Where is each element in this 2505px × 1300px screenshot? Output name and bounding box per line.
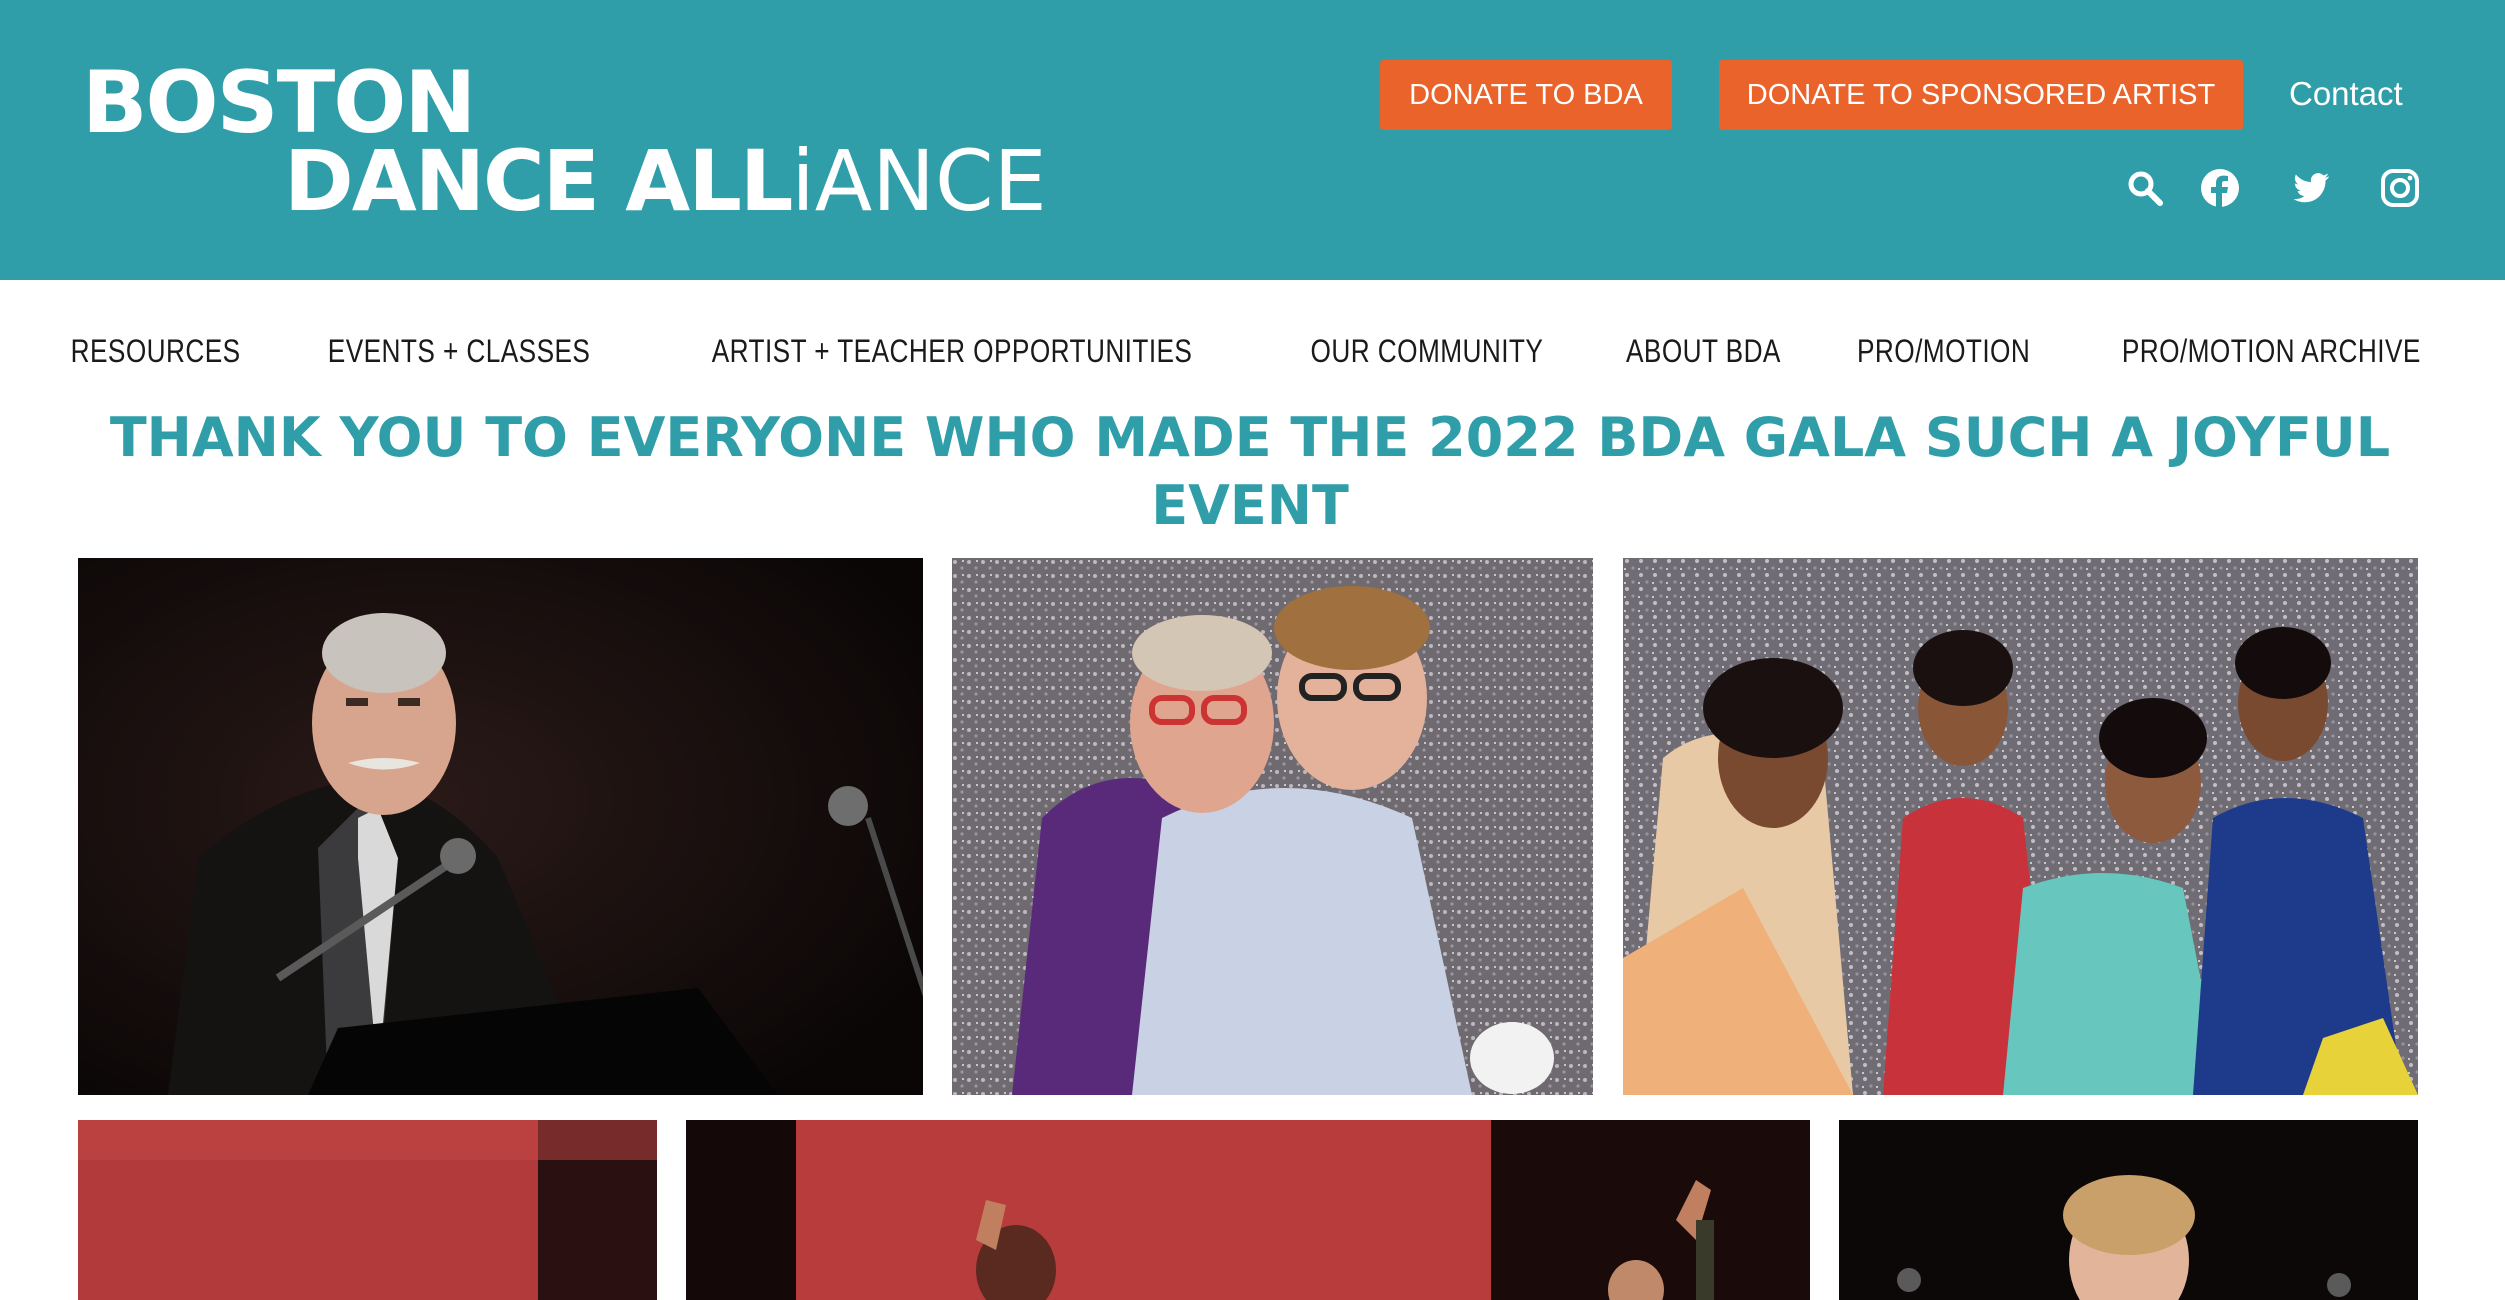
nav-item-about-bda[interactable]: ABOUT BDA [1626,333,1781,370]
search-icon[interactable] [2123,166,2167,210]
nav-item-artist-teacher-opportunities[interactable]: ARTIST + TEACHER OPPORTUNITIES [712,333,1193,370]
instagram-icon[interactable] [2378,166,2422,210]
nav-item-pro-motion[interactable]: PRO/MOTION [1857,333,2030,370]
nav-item-pro-motion-archive[interactable]: PRO/MOTION ARCHIVE [2122,333,2421,370]
nav-item-events-classes[interactable]: EVENTS + CLASSES [328,333,591,370]
main-nav: RESOURCES EVENTS + CLASSES ARTIST + TEAC… [0,320,2505,382]
gala-photo-four-women-in-saris[interactable] [1623,558,2418,1095]
contact-link[interactable]: Contact [2289,70,2403,118]
nav-item-our-community[interactable]: OUR COMMUNITY [1311,333,1544,370]
gala-photo-dancers-performing[interactable] [686,1120,1810,1300]
gala-photo-woman-at-podium[interactable] [1839,1120,2418,1300]
gala-photo-two-women-hugging[interactable] [952,558,1593,1095]
twitter-icon[interactable] [2289,166,2333,210]
logo-line-2-bold: DANCE ALL [284,132,793,230]
nav-item-resources[interactable]: RESOURCES [70,333,240,370]
donate-to-bda-button[interactable]: DONATE TO BDA [1380,60,1672,130]
page-title: THANK YOU TO EVERYONE WHO MADE THE 2022 … [109,406,2391,537]
logo-line-2-thin: iANCE [791,132,1047,230]
facebook-icon[interactable] [2198,166,2242,210]
site-header: BOSTON DANCE ALLiANCE DONATE TO BDA DONA… [0,0,2505,280]
gala-photo-speaker-at-microphone[interactable] [78,558,923,1095]
donate-to-sponsored-artist-button[interactable]: DONATE TO SPONSORED ARTIST [1719,60,2243,130]
gala-photo-red-stage[interactable] [78,1120,657,1300]
logo-line-2: DANCE ALLiANCE [284,136,1047,226]
